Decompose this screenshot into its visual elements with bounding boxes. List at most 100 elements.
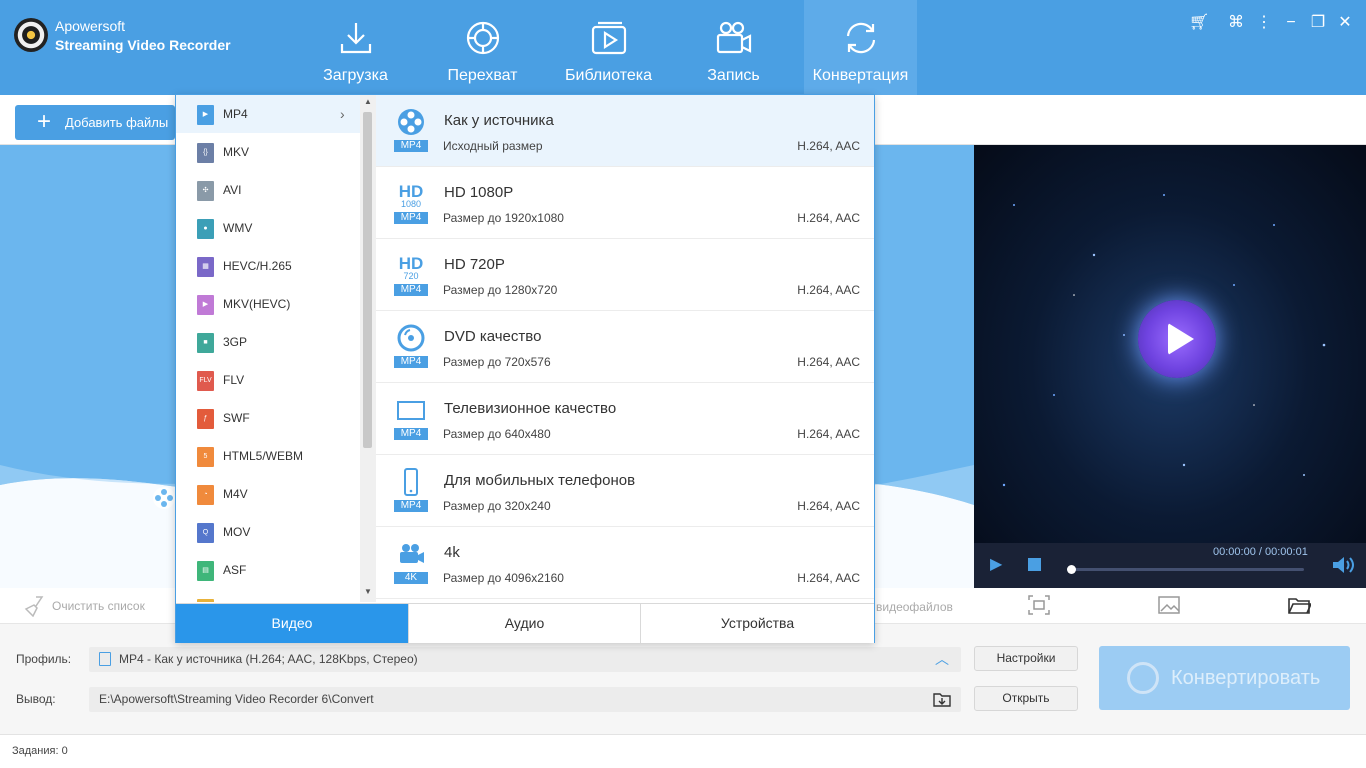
tab-record[interactable]: Запись	[677, 0, 790, 95]
settings-button[interactable]: Настройки	[974, 646, 1078, 671]
preset-codec: H.264, AAC	[797, 571, 860, 585]
format-item[interactable]: ■ 3GP	[176, 323, 360, 361]
tab-devices[interactable]: Устройства	[640, 604, 874, 643]
more-icon[interactable]: ⋮	[1254, 13, 1274, 33]
preset-codec: H.264, AAC	[797, 283, 860, 297]
preset-item[interactable]: MP4 Телевизионное качество Размер до 640x4…	[376, 383, 874, 455]
clear-list-label: Очистить список	[52, 599, 145, 613]
preset-item[interactable]: HD 1080 MP4 HD 1080P Размер до 1920x1080 H.26…	[376, 167, 874, 239]
format-item[interactable]: ▤ ASF	[176, 551, 360, 589]
play-icon[interactable]: ▶	[990, 554, 1002, 574]
close-icon[interactable]: ✕	[1335, 13, 1355, 33]
preset-item[interactable]: MP4 DVD качество Размер до 720x576 H.264, A…	[376, 311, 874, 383]
capture-icon	[466, 21, 499, 55]
format-item[interactable]: ▶ MP4 ›	[176, 95, 360, 133]
profile-label: Профиль:	[16, 652, 72, 666]
format-file-icon	[197, 599, 214, 602]
format-item-label: SWF	[223, 411, 250, 425]
clear-list-button[interactable]: Очистить список	[22, 593, 145, 619]
preset-description: Размер до 1280x720	[443, 283, 558, 297]
output-path-field[interactable]: E:\Apowersoft\Streaming Video Recorder 6…	[89, 687, 961, 712]
chevron-right-icon: ›	[340, 106, 345, 122]
format-item[interactable]: Q MOV	[176, 513, 360, 551]
screenshot-icon[interactable]	[1027, 594, 1051, 616]
format-item[interactable]: FLV FLV	[176, 361, 360, 399]
status-bar	[0, 734, 1366, 768]
add-files-button[interactable]: + Добавить файлы	[15, 105, 175, 140]
format-item-label: MP4	[223, 107, 248, 121]
format-file-icon: ▦	[197, 257, 214, 277]
open-folder-icon[interactable]	[1287, 594, 1311, 616]
preset-codec: H.264, AAC	[797, 211, 860, 225]
format-list: ▶ MP4 › {} MKV ✣ AVI ● WMV ▦ HEVC/H.265 ▶ MKV(HEVC) ■…	[176, 95, 360, 602]
tab-download[interactable]: Загрузка	[299, 0, 412, 95]
format-file-icon: ◔	[197, 485, 214, 505]
convert-button[interactable]: Конвертировать	[1099, 646, 1350, 710]
preset-item[interactable]: 4K 4k Размер до 4096x2160 H.264, AAC	[376, 527, 874, 599]
tab-library[interactable]: Библиотека	[552, 0, 665, 95]
format-item[interactable]: ◔ M4V	[176, 475, 360, 513]
format-item[interactable]: ▶ MKV(HEVC)	[176, 285, 360, 323]
format-item-label: AVI	[223, 183, 242, 197]
format-item-label: MKV	[223, 145, 250, 159]
tab-capture[interactable]: Перехват	[426, 0, 539, 95]
hd-resolution-text: 720	[403, 271, 419, 281]
format-item[interactable]: ✣ AVI	[176, 171, 360, 209]
format-item[interactable]: {} MKV	[176, 133, 360, 171]
broom-icon	[24, 596, 44, 617]
format-badge: MP4	[394, 140, 428, 152]
restore-icon[interactable]: ❐	[1308, 13, 1328, 33]
film-reel-icon	[153, 487, 175, 509]
media-type-tabs: Видео Аудио Устройства	[176, 603, 874, 643]
cart-icon[interactable]: 🛒︎	[1189, 13, 1209, 33]
output-label: Вывод:	[16, 692, 56, 706]
scroll-up-icon[interactable]: ▲	[364, 97, 372, 106]
format-badge: MP4	[394, 356, 428, 368]
convert-icon	[846, 22, 875, 54]
app-brand: Apowersoft	[55, 18, 126, 34]
scroll-down-icon[interactable]: ▼	[364, 587, 372, 596]
volume-icon[interactable]	[1331, 555, 1355, 575]
chevron-up-icon: ︿	[935, 651, 949, 667]
app-name: Streaming Video Recorder	[55, 37, 231, 53]
video-file-icon	[99, 652, 111, 666]
tab-video[interactable]: Видео	[176, 604, 408, 643]
preset-description: Размер до 640x480	[443, 427, 551, 441]
library-icon	[591, 21, 626, 55]
seek-bar[interactable]	[1068, 568, 1304, 571]
open-button[interactable]: Открыть	[974, 686, 1078, 711]
preset-item[interactable]: HD 720 MP4 HD 720P Размер до 1280x720 H.264, …	[376, 239, 874, 311]
preset-item[interactable]: MP4 Для мобильных телефонов Размер до 320x…	[376, 455, 874, 527]
format-item-label: M4V	[223, 487, 248, 501]
format-item-label: HEVC/H.265	[223, 259, 292, 273]
preset-item[interactable]: MP4 Как у источника Исходный размер H.264, …	[376, 95, 874, 167]
format-file-icon: ✣	[197, 181, 214, 201]
settings-icon[interactable]: ⌘	[1226, 13, 1246, 33]
tab-audio[interactable]: Аудио	[408, 604, 640, 643]
preset-title: Телевизионное качество	[444, 400, 617, 417]
preset-description: Размер до 1920x1080	[443, 211, 564, 225]
tasks-count: Задания: 0	[12, 745, 68, 757]
hd-resolution-text: 1080	[400, 199, 422, 209]
preset-codec: H.264, AAC	[797, 139, 860, 153]
preset-title: HD 1080P	[444, 184, 514, 201]
tab-capture-label: Перехват	[447, 67, 518, 84]
format-item[interactable]: ● WMV	[176, 209, 360, 247]
folder-browse-icon[interactable]	[933, 692, 951, 707]
format-item[interactable]: ▦ HEVC/H.265	[176, 247, 360, 285]
seek-handle[interactable]	[1067, 565, 1076, 574]
stop-icon[interactable]	[1028, 558, 1041, 571]
preset-codec: H.264, AAC	[797, 427, 860, 441]
format-badge: MP4	[394, 500, 428, 512]
record-icon	[716, 21, 751, 54]
scroll-thumb[interactable]	[363, 112, 372, 448]
tab-convert[interactable]: Конвертация	[804, 0, 917, 95]
profile-select[interactable]: MP4 - Как у источника (H.264; AAC, 128Kb…	[89, 647, 961, 672]
image-icon[interactable]	[1157, 594, 1181, 616]
add-files-label: Добавить файлы	[65, 115, 169, 130]
minimize-icon[interactable]: −	[1281, 13, 1301, 33]
play-overlay-icon[interactable]	[1138, 300, 1216, 378]
format-item[interactable]: 5 HTML5/WEBM	[176, 437, 360, 475]
format-item-partial[interactable]	[176, 589, 360, 602]
format-item[interactable]: ƒ SWF	[176, 399, 360, 437]
